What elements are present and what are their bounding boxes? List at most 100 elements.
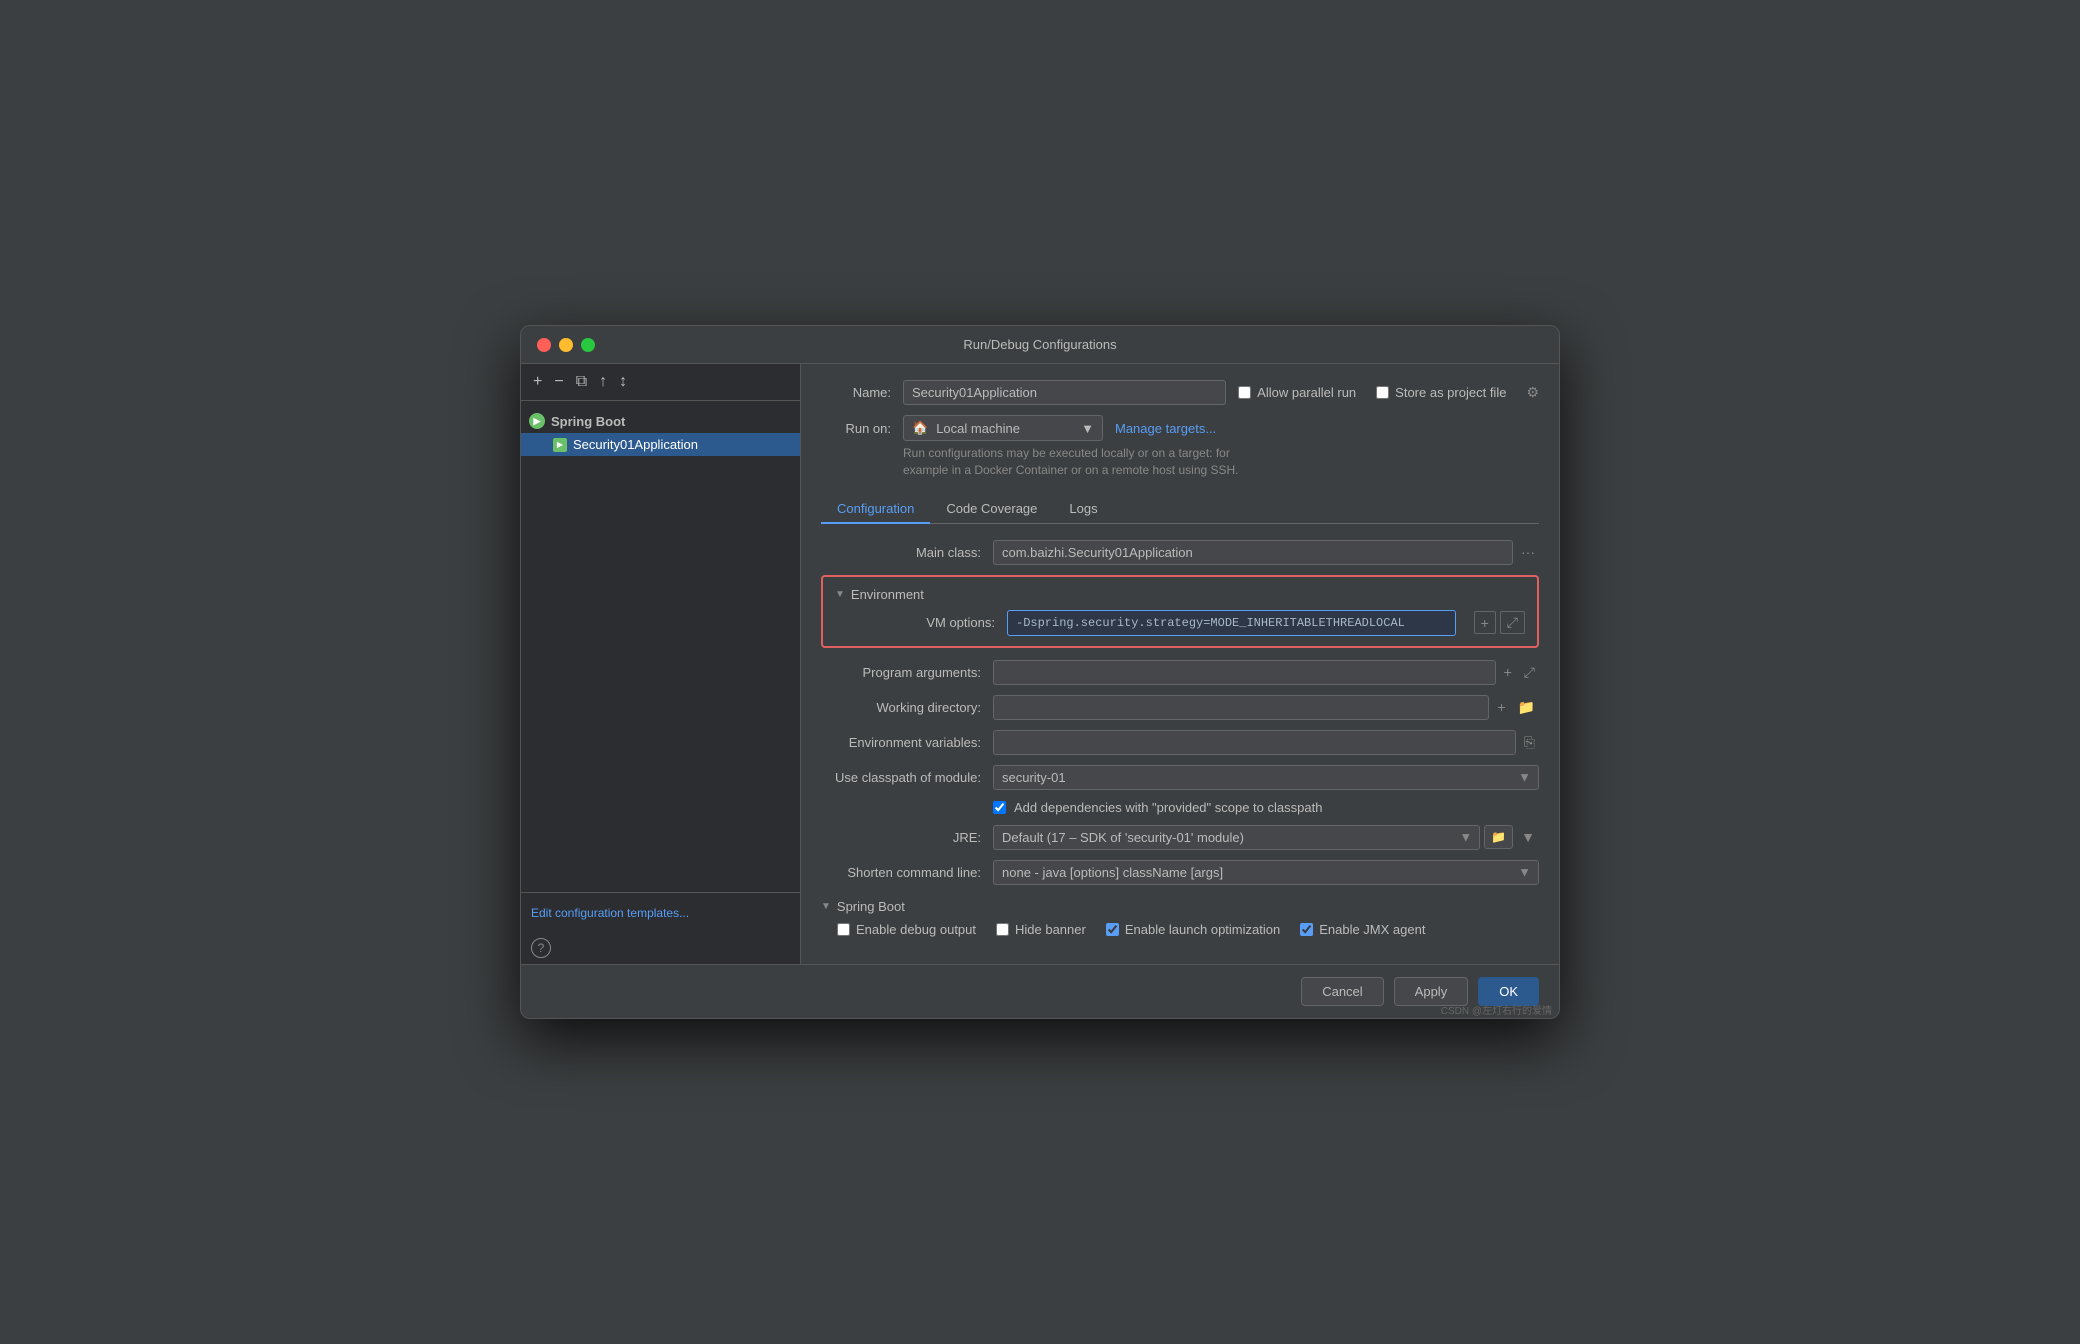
spring-boot-group-label: Spring Boot (551, 414, 625, 429)
program-args-row: Program arguments: + ⤢ (821, 660, 1539, 685)
security01-tree-item[interactable]: ▶ Security01Application (521, 433, 800, 456)
home-icon: 🏠 (912, 420, 928, 436)
close-button[interactable] (537, 338, 551, 352)
vm-options-label: VM options: (835, 615, 995, 630)
vm-options-expand-button[interactable]: ⤢ (1500, 611, 1525, 634)
enable-launch-label: Enable launch optimization (1125, 922, 1280, 937)
watermark: CSDN @左灯右行的爱情 (1441, 1002, 1552, 1017)
store-as-project-label: Store as project file (1395, 385, 1506, 400)
env-vars-input[interactable] (993, 730, 1516, 755)
jre-dropdown-expand-button[interactable]: ▼ (1517, 827, 1539, 847)
security01-label: Security01Application (573, 437, 698, 452)
add-dependencies-option[interactable]: Add dependencies with "provided" scope t… (993, 800, 1322, 815)
gear-icon[interactable]: ⚙ (1526, 384, 1539, 401)
working-dir-input-group: + 📁 (993, 695, 1539, 720)
sidebar-footer: Edit configuration templates... (521, 892, 800, 932)
main-class-input-group: ··· (993, 540, 1539, 565)
enable-jmx-option[interactable]: Enable JMX agent (1300, 922, 1425, 937)
spring-boot-section-label: Spring Boot (837, 899, 905, 914)
program-args-expand-button[interactable]: ⤢ (1520, 662, 1539, 683)
jre-browse-button[interactable]: 📁 (1484, 825, 1513, 849)
spring-boot-group: ▶ Spring Boot ▶ Security01Application (521, 405, 800, 460)
local-machine-text: Local machine (936, 421, 1020, 436)
add-dependencies-label: Add dependencies with "provided" scope t… (1014, 800, 1322, 815)
allow-parallel-checkbox[interactable] (1238, 386, 1251, 399)
environment-section-title[interactable]: ▼ Environment (835, 587, 1525, 602)
vm-actions: + ⤢ (1474, 611, 1525, 634)
working-dir-input[interactable] (993, 695, 1489, 720)
name-input[interactable] (903, 380, 1226, 405)
footer-buttons: Cancel Apply OK (521, 964, 1559, 1018)
main-class-label: Main class: (821, 545, 981, 560)
dropdown-chevron-icon: ▼ (1081, 421, 1094, 436)
hide-banner-label: Hide banner (1015, 922, 1086, 937)
manage-targets-link[interactable]: Manage targets... (1115, 421, 1216, 436)
enable-jmx-checkbox[interactable] (1300, 923, 1313, 936)
help-button[interactable]: ? (531, 938, 551, 958)
run-on-row: Run on: 🏠 Local machine ▼ Manage targets… (821, 415, 1539, 441)
window-title: Run/Debug Configurations (963, 337, 1116, 352)
main-class-browse-button[interactable]: ··· (1517, 542, 1539, 562)
shorten-cmd-dropdown-wrapper: none - java [options] className [args] ▼ (993, 860, 1539, 885)
traffic-lights (537, 338, 595, 352)
sidebar-tree: ▶ Spring Boot ▶ Security01Application (521, 401, 800, 892)
env-vars-input-group: ⎘ (993, 730, 1539, 755)
env-vars-row: Environment variables: ⎘ (821, 730, 1539, 755)
right-panel: Name: Allow parallel run Store as projec… (801, 364, 1559, 964)
enable-debug-option[interactable]: Enable debug output (837, 922, 976, 937)
hide-banner-option[interactable]: Hide banner (996, 922, 1086, 937)
working-dir-label: Working directory: (821, 700, 981, 715)
enable-debug-checkbox[interactable] (837, 923, 850, 936)
tab-code-coverage[interactable]: Code Coverage (930, 495, 1053, 524)
spring-boot-group-header[interactable]: ▶ Spring Boot (521, 409, 800, 433)
sort-button[interactable]: ↕ (617, 372, 629, 392)
working-dir-row: Working directory: + 📁 (821, 695, 1539, 720)
allow-parallel-option[interactable]: Allow parallel run (1238, 385, 1356, 400)
add-config-button[interactable]: + (531, 372, 544, 392)
run-on-label: Run on: (821, 421, 891, 436)
jre-input-group: Default (17 – SDK of 'security-01' modul… (993, 825, 1539, 850)
move-up-button[interactable]: ↑ (597, 372, 609, 392)
spring-boot-icon: ▶ (529, 413, 545, 429)
vm-options-add-button[interactable]: + (1474, 611, 1496, 634)
spring-boot-section-header[interactable]: ▼ Spring Boot (821, 899, 1539, 914)
jre-row: JRE: Default (17 – SDK of 'security-01' … (821, 825, 1539, 850)
local-machine-dropdown[interactable]: 🏠 Local machine ▼ (903, 415, 1103, 441)
env-vars-copy-button[interactable]: ⎘ (1520, 732, 1539, 753)
enable-launch-option[interactable]: Enable launch optimization (1106, 922, 1280, 937)
shorten-cmd-label: Shorten command line: (821, 865, 981, 880)
sidebar-toolbar: + − ⧉ ↑ ↕ (521, 364, 800, 401)
working-dir-add-button[interactable]: + (1493, 697, 1509, 717)
cancel-button[interactable]: Cancel (1301, 977, 1383, 1006)
shorten-cmd-dropdown[interactable]: none - java [options] className [args] (993, 860, 1539, 885)
program-args-add-button[interactable]: + (1500, 662, 1516, 682)
sidebar-bottom-bar: ? (521, 932, 800, 964)
spring-boot-collapse-icon: ▼ (821, 901, 831, 912)
hide-banner-checkbox[interactable] (996, 923, 1009, 936)
add-dependencies-checkbox[interactable] (993, 801, 1006, 814)
enable-launch-checkbox[interactable] (1106, 923, 1119, 936)
store-as-project-checkbox[interactable] (1376, 386, 1389, 399)
remove-config-button[interactable]: − (552, 372, 565, 392)
vm-options-input[interactable] (1007, 610, 1456, 636)
main-class-input[interactable] (993, 540, 1513, 565)
minimize-button[interactable] (559, 338, 573, 352)
name-label: Name: (821, 385, 891, 400)
add-dependencies-row: Add dependencies with "provided" scope t… (993, 800, 1539, 815)
classpath-dropdown[interactable]: security-01 (993, 765, 1539, 790)
top-options: Allow parallel run Store as project file… (1238, 384, 1539, 401)
jre-dropdown-wrapper: Default (17 – SDK of 'security-01' modul… (993, 825, 1480, 850)
edit-templates-link[interactable]: Edit configuration templates... (531, 906, 689, 920)
tab-configuration[interactable]: Configuration (821, 495, 930, 524)
copy-config-button[interactable]: ⧉ (574, 372, 589, 392)
vm-options-input-wrapper (1007, 610, 1456, 636)
working-dir-browse-button[interactable]: 📁 (1514, 697, 1539, 718)
zoom-button[interactable] (581, 338, 595, 352)
jre-dropdown[interactable]: Default (17 – SDK of 'security-01' modul… (993, 825, 1480, 850)
spring-options-row: Enable debug output Hide banner Enable l… (821, 922, 1539, 937)
program-args-input[interactable] (993, 660, 1496, 685)
tab-logs[interactable]: Logs (1053, 495, 1113, 524)
store-as-project-option[interactable]: Store as project file (1376, 385, 1506, 400)
classpath-row: Use classpath of module: security-01 ▼ (821, 765, 1539, 790)
shorten-cmd-row: Shorten command line: none - java [optio… (821, 860, 1539, 885)
